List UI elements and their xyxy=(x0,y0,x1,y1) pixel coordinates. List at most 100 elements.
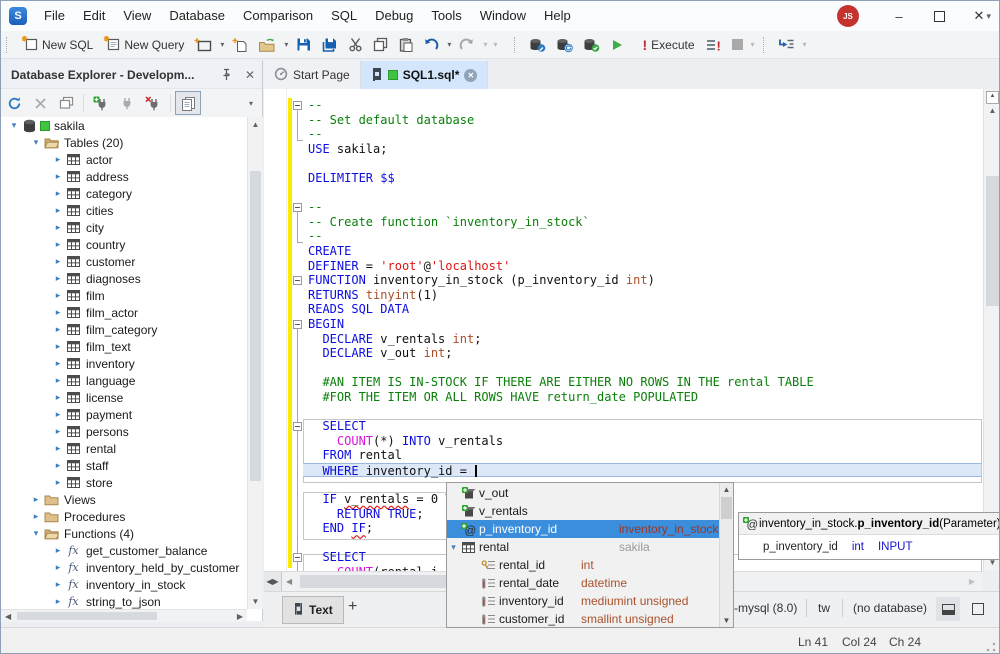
scroll-down-icon[interactable]: ▼ xyxy=(720,616,733,625)
code-line[interactable]: COUNT(*) INTO v_rentals xyxy=(303,434,981,449)
code-line[interactable]: DECLARE v_out int; xyxy=(303,346,981,361)
expand-arrow-icon[interactable]: ▸ xyxy=(51,392,65,403)
code-line[interactable] xyxy=(303,156,981,171)
tab-start-page[interactable]: Start Page xyxy=(264,61,361,89)
menu-help[interactable]: Help xyxy=(535,1,580,31)
connection-tag[interactable]: tw xyxy=(818,601,830,615)
undo-dropdown[interactable]: ▾ xyxy=(444,40,454,49)
layout-horizontal-button[interactable] xyxy=(936,597,960,621)
tree-item-customer[interactable]: ▸customer xyxy=(1,253,247,270)
expand-arrow-icon[interactable]: ▸ xyxy=(51,375,65,386)
code-line[interactable]: -- Create function `inventory_in_stock` xyxy=(303,215,981,230)
tree-item-inventory-in-stock[interactable]: ▸fxinventory_in_stock xyxy=(1,576,247,593)
editor-vertical-scrollbar[interactable]: ▲ ▲ ▼ xyxy=(983,89,1000,571)
stop-button[interactable] xyxy=(727,37,748,52)
expand-arrow-icon[interactable]: ▸ xyxy=(51,562,65,573)
show-documents-icon[interactable] xyxy=(175,91,201,115)
new-connection-icon[interactable] xyxy=(88,91,114,115)
toolbar-grip[interactable] xyxy=(763,37,769,53)
scroll-up-icon[interactable]: ▲ xyxy=(720,485,733,494)
expand-arrow-icon[interactable]: ▸ xyxy=(51,545,65,556)
menu-tools[interactable]: Tools xyxy=(422,1,470,31)
menu-database[interactable]: Database xyxy=(160,1,234,31)
menu-file[interactable]: File xyxy=(35,1,74,31)
tab-text-view[interactable]: Text xyxy=(282,596,344,624)
splitter-handle[interactable]: ◀▶ xyxy=(264,572,282,591)
tree-item-film-actor[interactable]: ▸film_actor xyxy=(1,304,247,321)
code-line[interactable]: #AN ITEM IS IN-STOCK IF THERE ARE EITHER… xyxy=(303,375,981,390)
code-line[interactable]: FROM rental xyxy=(303,448,981,463)
menu-sql[interactable]: SQL xyxy=(322,1,366,31)
autocomplete-item-rental[interactable]: ▾rentalsakila xyxy=(447,538,719,556)
close-tab-icon[interactable]: ✕ xyxy=(464,69,477,82)
refresh-icon[interactable] xyxy=(1,91,27,115)
minimize-button[interactable]: – xyxy=(879,1,919,31)
tab-sql1[interactable]: SQL1.sql* ✕ xyxy=(361,61,489,89)
menu-comparison[interactable]: Comparison xyxy=(234,1,322,31)
fold-marker-icon[interactable] xyxy=(293,320,302,329)
scroll-down-icon[interactable]: ▼ xyxy=(248,597,263,606)
new-sql-button[interactable]: New SQL xyxy=(16,33,98,56)
check-connection-button[interactable] xyxy=(578,35,605,55)
code-line[interactable]: -- xyxy=(303,127,981,142)
expand-arrow-icon[interactable]: ▸ xyxy=(51,171,65,182)
fold-marker-icon[interactable] xyxy=(293,101,302,110)
stop-dropdown[interactable]: ▾ xyxy=(748,40,758,49)
autocomplete-item-customer_id[interactable]: customer_idsmallint unsigned xyxy=(447,610,719,628)
refresh-connection-button[interactable] xyxy=(551,35,578,55)
autocomplete-item-inventory_id[interactable]: inventory_idmediumint unsigned xyxy=(447,592,719,610)
expand-arrow-icon[interactable]: ▸ xyxy=(51,443,65,454)
copy-button[interactable] xyxy=(368,35,393,54)
code-line[interactable]: DELIMITER $$ xyxy=(303,171,981,186)
expand-arrow-icon[interactable]: ▸ xyxy=(51,579,65,590)
tree-item-rental[interactable]: ▸rental xyxy=(1,440,247,457)
tree-item-country[interactable]: ▸country xyxy=(1,236,247,253)
expand-arrow-icon[interactable]: ▸ xyxy=(51,154,65,165)
add-view-button[interactable]: + xyxy=(348,598,357,616)
tree-item-functions-4[interactable]: ▾Functions (4) xyxy=(1,525,247,542)
new-window-dropdown[interactable]: ▾ xyxy=(217,40,227,49)
code-line-current[interactable]: WHERE inventory_id = xyxy=(303,463,981,478)
delete-icon[interactable] xyxy=(27,91,53,115)
close-panel-icon[interactable]: ✕ xyxy=(238,68,262,82)
run-button[interactable] xyxy=(605,36,629,54)
expand-arrow-icon[interactable]: ▸ xyxy=(51,477,65,488)
code-line[interactable] xyxy=(303,186,981,201)
close-button[interactable]: ✕ xyxy=(959,1,999,31)
tree-item-category[interactable]: ▸category xyxy=(1,185,247,202)
code-line[interactable]: DECLARE v_rentals int; xyxy=(303,332,981,347)
expand-arrow-icon[interactable]: ▸ xyxy=(29,494,43,505)
collapse-arrow-icon[interactable]: ▾ xyxy=(29,137,43,148)
code-line[interactable]: USE sakila; xyxy=(303,142,981,157)
scroll-left-icon[interactable]: ◀ xyxy=(5,612,11,621)
fold-marker-icon[interactable] xyxy=(293,276,302,285)
scroll-left-icon[interactable]: ◀ xyxy=(286,577,292,586)
tree-item-film-category[interactable]: ▸film_category xyxy=(1,321,247,338)
code-line[interactable]: DEFINER = 'root'@'localhost' xyxy=(303,259,981,274)
tree-item-store[interactable]: ▸store xyxy=(1,474,247,491)
code-line[interactable]: SELECT xyxy=(303,419,981,434)
redo-dropdown[interactable]: ▾ xyxy=(480,40,490,49)
expand-arrow-icon[interactable]: ▸ xyxy=(51,188,65,199)
step-dropdown[interactable]: ▾ xyxy=(800,40,810,49)
menu-edit[interactable]: Edit xyxy=(74,1,114,31)
expand-arrow-icon[interactable]: ▸ xyxy=(29,511,43,522)
expand-arrow-icon[interactable]: ▸ xyxy=(51,341,65,352)
code-line[interactable] xyxy=(303,404,981,419)
cut-button[interactable] xyxy=(343,35,368,54)
scroll-right-icon[interactable]: ▶ xyxy=(237,612,243,621)
expand-arrow-icon[interactable]: ▸ xyxy=(51,460,65,471)
open-file-dropdown[interactable]: ▾ xyxy=(281,40,291,49)
collapse-arrow-icon[interactable]: ▾ xyxy=(29,528,43,539)
tree-item-string-to-json[interactable]: ▸fxstring_to_json xyxy=(1,593,247,609)
code-line[interactable]: #FOR THE ITEM OR ALL ROWS HAVE return_da… xyxy=(303,390,981,405)
expand-arrow-icon[interactable]: ▸ xyxy=(51,239,65,250)
code-line[interactable]: RETURNS tinyint(1) xyxy=(303,288,981,303)
popup-scrollbar[interactable]: ▲ ▼ xyxy=(719,483,733,627)
redo-button[interactable] xyxy=(454,36,480,54)
code-line[interactable]: BEGIN xyxy=(303,317,981,332)
save-button[interactable] xyxy=(291,35,316,54)
expand-arrow-icon[interactable]: ▸ xyxy=(51,307,65,318)
tree-item-film[interactable]: ▸film xyxy=(1,287,247,304)
menu-view[interactable]: View xyxy=(114,1,160,31)
